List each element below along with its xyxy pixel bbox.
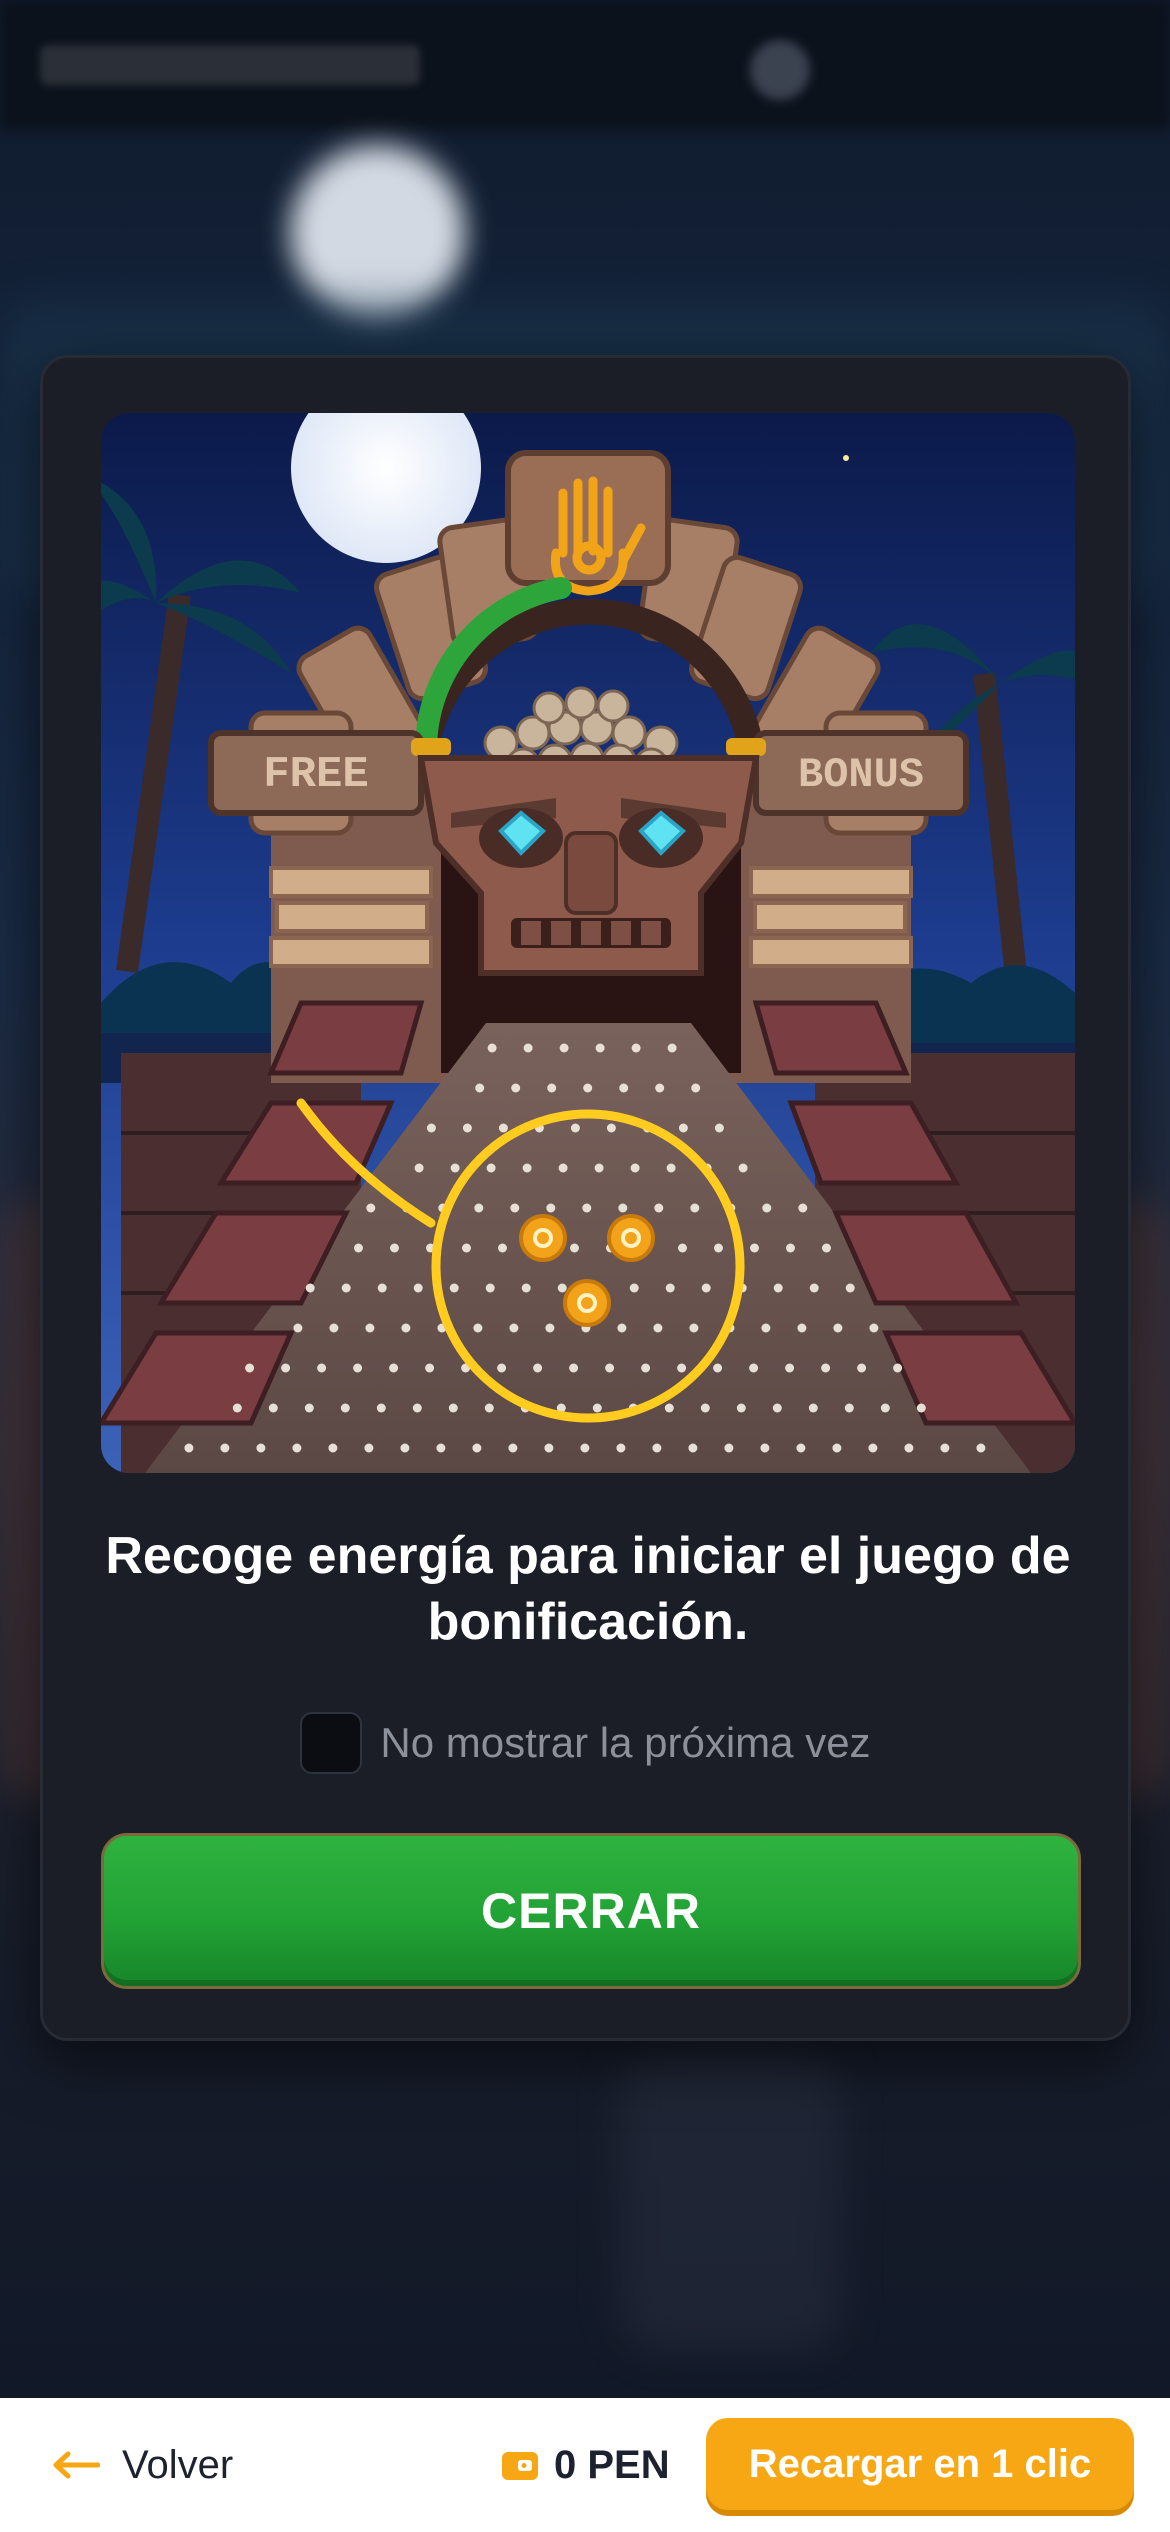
balance-display: 0 PEN (500, 2398, 670, 2532)
bottom-bar: Volver 0 PEN Recargar en 1 clic (0, 2398, 1170, 2532)
bonus-description: Recoge energía para iniciar el juego de … (105, 1527, 1071, 1651)
dont-show-again-checkbox[interactable] (300, 1712, 363, 1774)
recharge-one-click-button[interactable]: Recargar en 1 clic (706, 2418, 1134, 2510)
background-logo (40, 45, 420, 85)
background-moon (290, 145, 465, 320)
dont-show-again-label[interactable]: No mostrar la próxima vez (380, 1719, 870, 1767)
bonus-info-modal: FREE BONUS Recoge energía para iniciar e… (40, 355, 1131, 2041)
back-label[interactable]: Volver (122, 2443, 233, 2488)
free-sign: FREE (263, 750, 369, 800)
close-button[interactable]: CERRAR (101, 1833, 1081, 1989)
wallet-icon (502, 2452, 538, 2480)
back-arrow-icon (53, 2451, 100, 2479)
balance-amount: 0 PEN (554, 2442, 670, 2487)
bonus-sign: BONUS (798, 751, 924, 799)
background-avatar (750, 40, 810, 100)
bonus-illustration: FREE BONUS (101, 413, 1075, 1473)
back-button[interactable]: Volver (52, 2398, 233, 2532)
dont-show-again-row[interactable]: No mostrar la próxima vez (43, 1708, 1128, 1778)
